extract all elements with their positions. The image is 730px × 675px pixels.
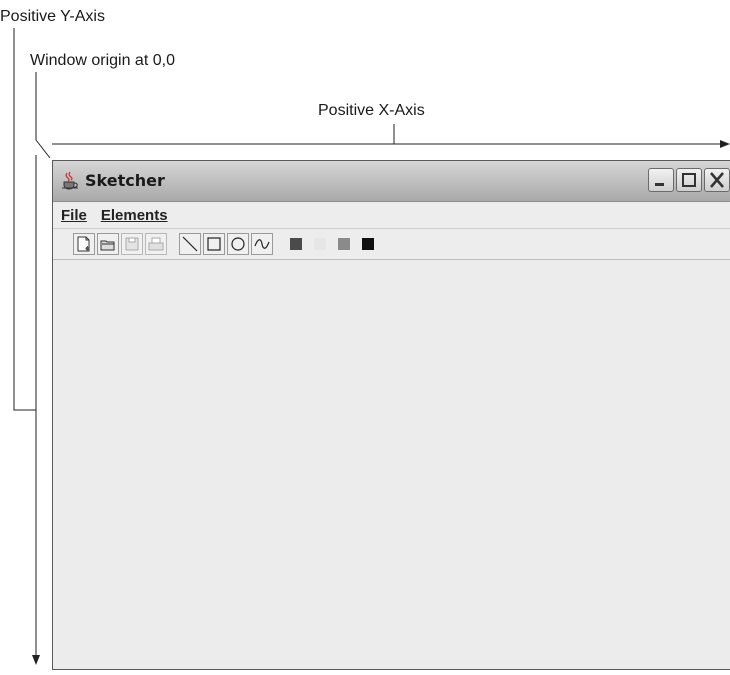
window-controls	[648, 168, 730, 192]
circle-icon[interactable]	[227, 233, 249, 255]
green-color-icon[interactable]	[333, 233, 355, 255]
yellow-color-icon[interactable]	[309, 233, 331, 255]
open-file-icon[interactable]	[97, 233, 119, 255]
rectangle-icon[interactable]	[203, 233, 225, 255]
menu-file[interactable]: File	[61, 207, 87, 224]
sketcher-window: Sketcher File Elements	[52, 160, 730, 670]
minimize-icon[interactable]	[648, 168, 674, 192]
window-title: Sketcher	[85, 171, 165, 190]
print-icon[interactable]	[145, 233, 167, 255]
red-color-icon[interactable]	[285, 233, 307, 255]
origin-label: Window origin at 0,0	[30, 52, 175, 69]
y-axis-label: Positive Y-Axis	[0, 8, 105, 25]
maximize-icon[interactable]	[676, 168, 702, 192]
menu-elements[interactable]: Elements	[101, 207, 168, 224]
yellow-swatch	[314, 238, 326, 250]
new-file-icon[interactable]	[73, 233, 95, 255]
red-swatch	[290, 238, 302, 250]
title-bar[interactable]: Sketcher	[53, 161, 730, 202]
y-axis-arrowhead	[32, 655, 40, 665]
close-icon[interactable]	[704, 168, 730, 192]
green-swatch	[338, 238, 350, 250]
save-icon[interactable]	[121, 233, 143, 255]
toolbar	[53, 228, 730, 260]
y-axis-callout-line	[13, 28, 36, 411]
menu-bar: File Elements	[53, 202, 730, 228]
x-axis-arrowhead	[720, 140, 730, 148]
line-icon[interactable]	[179, 233, 201, 255]
blue-color-icon[interactable]	[357, 233, 379, 255]
x-axis-label: Positive X-Axis	[318, 102, 425, 119]
drawing-canvas[interactable]	[53, 260, 730, 669]
origin-callout-line	[35, 72, 51, 159]
java-cup-icon	[62, 171, 78, 190]
blue-swatch	[362, 238, 374, 250]
curve-icon[interactable]	[251, 233, 273, 255]
